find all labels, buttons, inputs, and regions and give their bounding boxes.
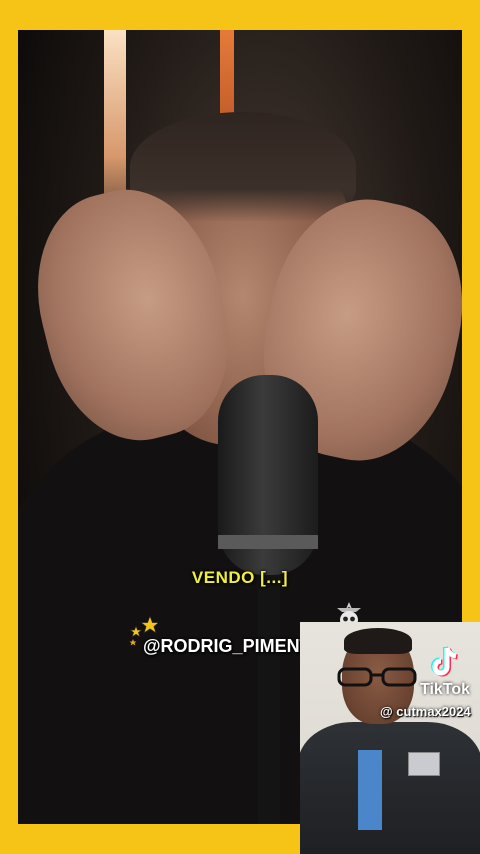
microphone-band <box>218 535 318 549</box>
reactor-jacket <box>300 722 480 854</box>
video-caption: VENDO [...] <box>191 568 289 587</box>
reactor-shirt <box>358 750 382 830</box>
tiktok-username: @ cutmax2024 <box>380 704 471 719</box>
glasses-icon <box>337 667 417 687</box>
jacket-patch <box>408 752 440 776</box>
tiktok-brand-text: TikTok <box>419 681 471 698</box>
tiktok-note-icon <box>431 646 458 677</box>
tiktok-watermark: TikTok <box>415 645 475 699</box>
mic-stand <box>258 570 280 824</box>
reactor-hair <box>344 628 412 654</box>
